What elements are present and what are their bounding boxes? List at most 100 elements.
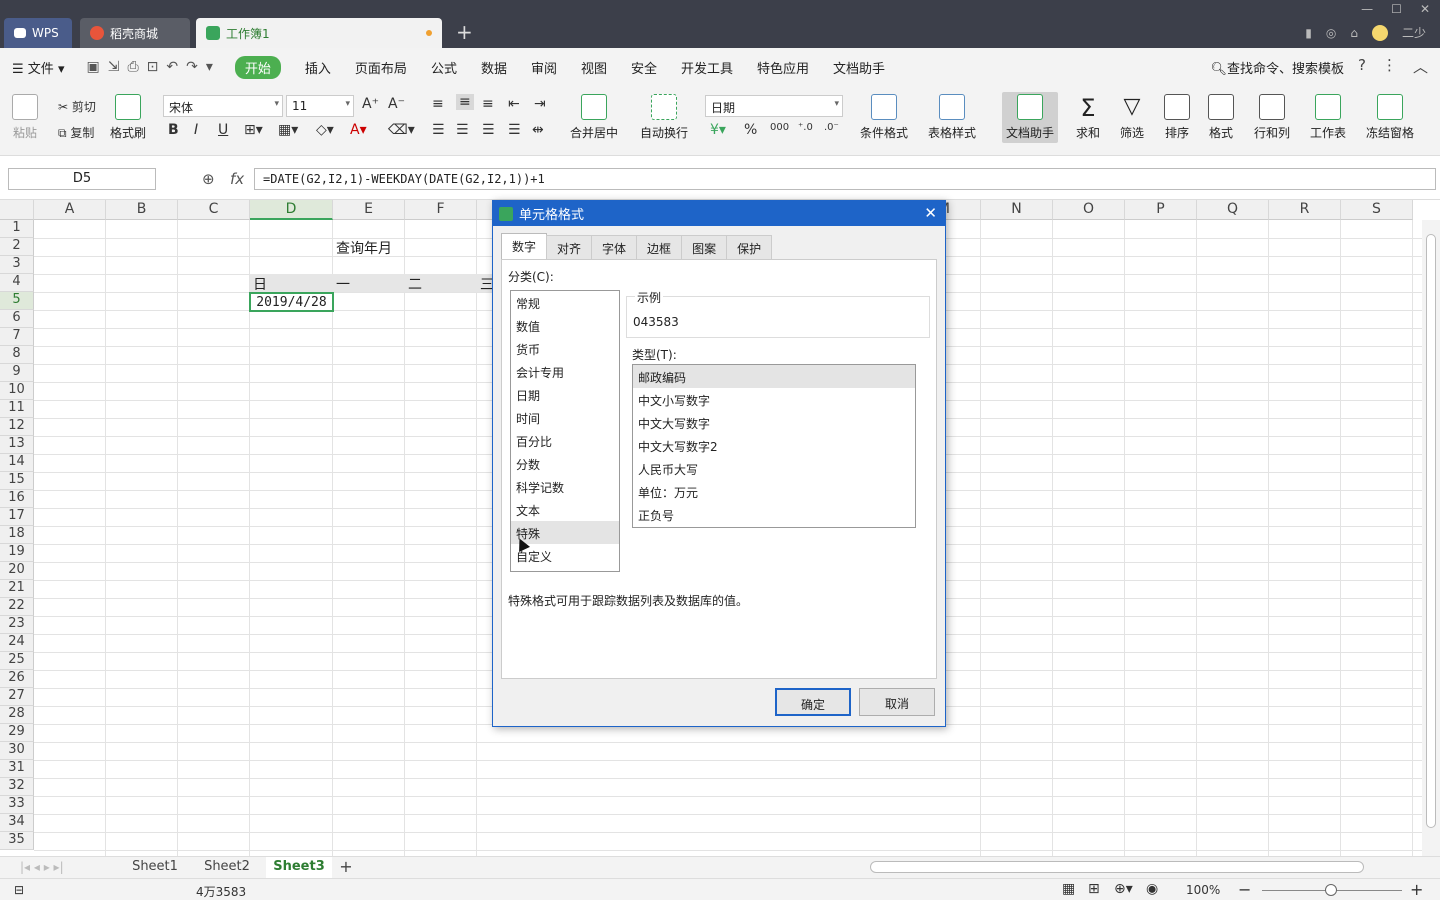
row-header[interactable]: 12	[0, 418, 34, 436]
close-icon[interactable]: ✕	[924, 204, 937, 222]
category-item-text[interactable]: 文本	[511, 498, 619, 521]
menu-data[interactable]: 数据	[469, 58, 519, 77]
cancel-button[interactable]: 取消	[859, 688, 935, 716]
menu-insert[interactable]: 插入	[293, 58, 343, 77]
select-all-corner[interactable]	[0, 200, 34, 220]
row-header[interactable]: 30	[0, 742, 34, 760]
tab-workbook[interactable]: 工作簿1	[196, 18, 442, 48]
row-header[interactable]: 10	[0, 382, 34, 400]
filter-button[interactable]: ▽ 筛选	[1120, 94, 1144, 141]
type-item-cn-upper[interactable]: 中文大写数字	[633, 411, 915, 434]
type-list[interactable]: 邮政编码 中文小写数字 中文大写数字 中文大写数字2 人民币大写 单位：万元 正…	[632, 364, 916, 528]
indent-decrease-icon[interactable]: ⇤	[508, 96, 520, 112]
layout-icon[interactable]: ▮	[1305, 26, 1312, 40]
row-header[interactable]: 1	[0, 220, 34, 238]
fx-icon[interactable]: fx	[230, 170, 244, 188]
row-header[interactable]: 31	[0, 760, 34, 778]
currency-icon[interactable]: ¥▾	[710, 122, 726, 138]
vertical-scroll-thumb[interactable]	[1426, 234, 1436, 828]
formula-input[interactable]: =DATE(G2,I2,1)-WEEKDAY(DATE(G2,I2,1))+1	[254, 168, 1436, 190]
freeze-panes-button[interactable]: 冻结窗格	[1366, 94, 1414, 141]
increase-decimal-icon[interactable]: ⁺.0	[798, 122, 813, 133]
menu-doc-helper[interactable]: 文档助手	[821, 58, 897, 77]
row-header[interactable]: 18	[0, 526, 34, 544]
sheet-tab-3-active[interactable]: Sheet3	[266, 857, 332, 879]
row-header[interactable]: 23	[0, 616, 34, 634]
col-header-b[interactable]: B	[106, 200, 178, 220]
paste-button[interactable]: 粘贴	[12, 94, 38, 141]
table-style-button[interactable]: 表格样式	[928, 94, 976, 141]
row-header[interactable]: 8	[0, 346, 34, 364]
underline-icon[interactable]: U	[218, 122, 228, 138]
fill-color-icon[interactable]: ◇▾	[316, 122, 334, 138]
dialog-title-bar[interactable]: 单元格格式	[493, 201, 945, 226]
category-item-number[interactable]: 数值	[511, 314, 619, 337]
menu-formula[interactable]: 公式	[419, 58, 469, 77]
sort-button[interactable]: 排序	[1164, 94, 1190, 141]
tab-alignment[interactable]: 对齐	[546, 235, 593, 259]
copy-button[interactable]: ⧉ 复制	[58, 124, 94, 141]
row-header[interactable]: 25	[0, 652, 34, 670]
menu-page-layout[interactable]: 页面布局	[343, 58, 419, 77]
zoom-search-icon[interactable]: ⊕	[202, 170, 215, 188]
minimize-icon[interactable]: —	[1361, 2, 1373, 16]
col-header-c[interactable]: C	[178, 200, 250, 220]
row-header[interactable]: 20	[0, 562, 34, 580]
help-icon[interactable]: ?	[1358, 56, 1366, 77]
row-header[interactable]: 28	[0, 706, 34, 724]
vertical-scrollbar[interactable]	[1422, 220, 1440, 856]
row-header[interactable]: 11	[0, 400, 34, 418]
menu-view[interactable]: 视图	[569, 58, 619, 77]
format-button[interactable]: 格式	[1208, 94, 1234, 141]
align-top-icon[interactable]: ≡	[432, 96, 444, 112]
page-layout-icon[interactable]: ⊕▾	[1114, 881, 1133, 897]
close-window-icon[interactable]: ✕	[1420, 2, 1430, 16]
save-icon[interactable]: ▣	[86, 59, 99, 75]
decrease-decimal-icon[interactable]: .0⁻	[824, 122, 839, 133]
font-size-select[interactable]: 11	[286, 95, 354, 117]
type-item-sign[interactable]: 正负号	[633, 503, 915, 526]
file-menu[interactable]: ☰ 文件 ▾	[0, 58, 76, 77]
row-header[interactable]: 35	[0, 832, 34, 850]
category-item-currency[interactable]: 货币	[511, 337, 619, 360]
cell-e4[interactable]: 一	[336, 274, 350, 294]
row-header[interactable]: 19	[0, 544, 34, 562]
row-header[interactable]: 27	[0, 688, 34, 706]
more-icon[interactable]: ▾	[206, 59, 213, 75]
sheet-tab-1[interactable]: Sheet1	[122, 857, 188, 879]
name-box[interactable]: D5	[8, 168, 156, 190]
border-icon[interactable]: ⊞▾	[244, 122, 263, 138]
wrap-text-button[interactable]: 自动换行	[640, 94, 688, 141]
thousands-icon[interactable]: 000	[770, 122, 789, 133]
row-header[interactable]: 3	[0, 256, 34, 274]
type-item-cn-lower[interactable]: 中文小写数字	[633, 388, 915, 411]
row-header[interactable]: 26	[0, 670, 34, 688]
zoom-out-icon[interactable]: −	[1238, 880, 1251, 899]
category-item-time[interactable]: 时间	[511, 406, 619, 429]
col-header-p[interactable]: P	[1125, 200, 1197, 220]
font-shrink-icon[interactable]: A⁻	[388, 96, 405, 112]
eye-protect-icon[interactable]: ◉	[1146, 881, 1158, 897]
row-header[interactable]: 22	[0, 598, 34, 616]
col-header-q[interactable]: Q	[1197, 200, 1269, 220]
font-color-icon[interactable]: A▾	[350, 122, 367, 138]
col-header-r[interactable]: R	[1269, 200, 1341, 220]
cell-d5-selected[interactable]: 2019/4/28	[249, 292, 334, 312]
avatar[interactable]	[1371, 24, 1388, 41]
format-painter-button[interactable]: 格式刷	[110, 94, 146, 141]
category-item-percentage[interactable]: 百分比	[511, 429, 619, 452]
col-header-o[interactable]: O	[1053, 200, 1125, 220]
tab-wps[interactable]: WPS	[4, 18, 72, 48]
italic-icon[interactable]: I	[194, 122, 198, 138]
cell-f4[interactable]: 二	[408, 274, 422, 294]
row-col-button[interactable]: 行和列	[1254, 94, 1290, 141]
row-header[interactable]: 24	[0, 634, 34, 652]
macro-icon[interactable]: ⊟	[14, 883, 24, 897]
align-bottom-icon[interactable]: ≡	[482, 96, 494, 112]
zoom-in-icon[interactable]: +	[1410, 880, 1423, 899]
cell-e2[interactable]: 查询年月	[336, 238, 392, 258]
type-item-rmb-upper[interactable]: 人民币大写	[633, 457, 915, 480]
print-icon[interactable]: ⎙	[127, 59, 138, 75]
category-item-scientific[interactable]: 科学记数	[511, 475, 619, 498]
tab-pattern[interactable]: 图案	[681, 235, 728, 259]
